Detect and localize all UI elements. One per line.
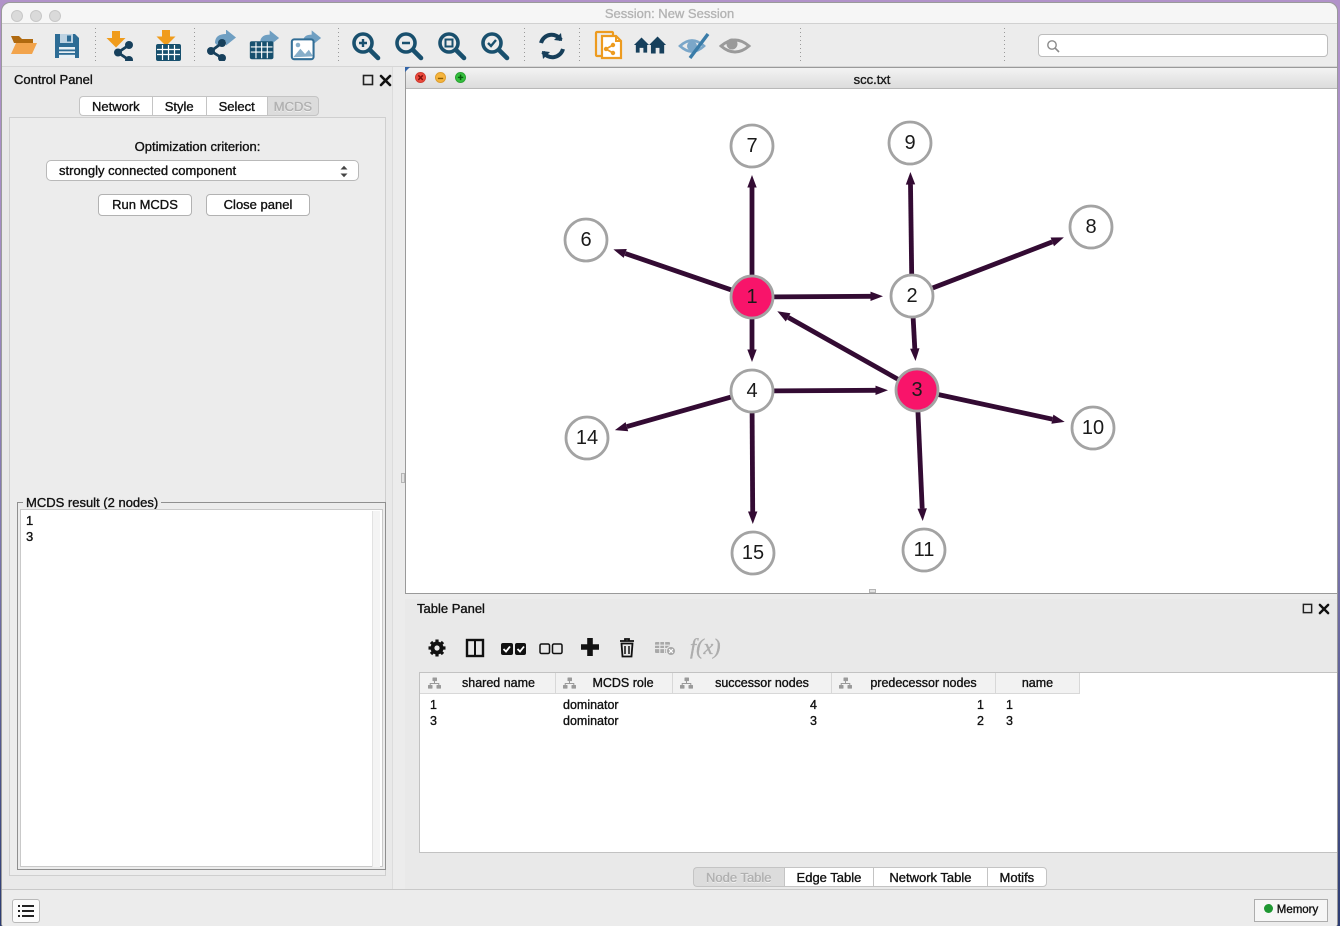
- svg-text:8: 8: [1085, 216, 1096, 238]
- svg-text:4: 4: [746, 380, 757, 402]
- svg-text:9: 9: [904, 132, 915, 154]
- svg-text:14: 14: [576, 427, 598, 449]
- svg-text:2: 2: [906, 285, 917, 307]
- svg-text:7: 7: [746, 135, 757, 157]
- svg-text:11: 11: [914, 539, 935, 561]
- svg-text:15: 15: [742, 542, 764, 564]
- svg-text:10: 10: [1082, 417, 1104, 439]
- svg-text:6: 6: [580, 229, 591, 251]
- svg-text:3: 3: [911, 379, 922, 401]
- svg-text:1: 1: [746, 286, 757, 308]
